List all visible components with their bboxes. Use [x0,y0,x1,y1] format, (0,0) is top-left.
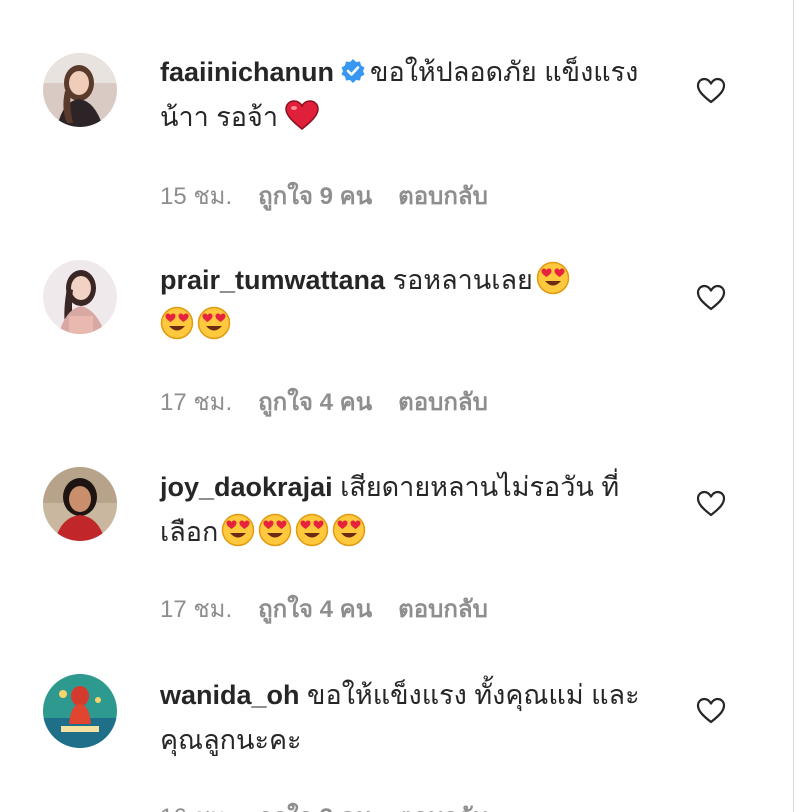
comment-body: wanida_oh ขอให้แข็งแรง ทั้งคุณแม่ และคุณ… [160,673,660,763]
comment-text: รอหลานเลย [392,265,533,295]
comment-likes[interactable]: ถูกใจ 4 คน [258,596,372,623]
heart-eyes-emoji-icon [160,306,194,340]
reply-button[interactable]: ตอบกลับ [398,804,488,812]
avatar[interactable] [43,260,117,334]
comment-meta: 17 ชม. ถูกใจ 4 คน ตอบกลับ [160,382,514,421]
comment-timestamp[interactable]: 17 ชม. [160,389,232,416]
comment-timestamp[interactable]: 16 ชม. [160,804,232,812]
comment-meta: 16 ชม. ถูกใจ 3 คน ตอบกลับ [160,797,514,812]
comment-username[interactable]: prair_tumwattana [160,265,385,295]
comment-timestamp[interactable]: 17 ชม. [160,596,232,623]
heart-eyes-emoji-icon [222,513,255,547]
comment-timestamp[interactable]: 15 ชม. [160,183,232,210]
like-heart-icon[interactable] [695,282,727,312]
panel-divider [793,0,794,812]
comment-body: joy_daokrajai เสียดายหลานไม่รอวัน ที่เลื… [160,465,660,555]
red-heart-icon [285,100,319,130]
comment-username[interactable]: wanida_oh [160,680,300,710]
verified-badge-icon [341,59,365,83]
heart-eyes-emoji-icon [259,513,292,547]
heart-eyes-emoji-icon [197,306,231,340]
avatar[interactable] [43,674,117,748]
like-heart-icon[interactable] [695,695,727,725]
heart-eyes-emoji-icon [296,513,329,547]
comment-likes[interactable]: ถูกใจ 3 คน [258,804,372,812]
comment-username[interactable]: joy_daokrajai [160,472,333,502]
comment-meta: 17 ชม. ถูกใจ 4 คน ตอบกลับ [160,589,514,628]
heart-eyes-emoji-icon [536,261,570,295]
avatar[interactable] [43,53,117,127]
comment-username[interactable]: faaiinichanun [160,57,334,87]
comment-body: faaiinichanun ขอให้ปลอดภัย แข็งแรงน้าา ร… [160,50,660,140]
comment-meta: 15 ชม. ถูกใจ 9 คน ตอบกลับ [160,176,514,215]
comments-panel: faaiinichanun ขอให้ปลอดภัย แข็งแรงน้าา ร… [0,0,800,812]
reply-button[interactable]: ตอบกลับ [398,389,488,416]
comment-likes[interactable]: ถูกใจ 9 คน [258,183,372,210]
like-heart-icon[interactable] [695,75,727,105]
reply-button[interactable]: ตอบกลับ [398,183,488,210]
comment-likes[interactable]: ถูกใจ 4 คน [258,389,372,416]
comment-body: prair_tumwattana รอหลานเลย [160,258,660,348]
like-heart-icon[interactable] [695,488,727,518]
reply-button[interactable]: ตอบกลับ [398,596,488,623]
avatar[interactable] [43,467,117,541]
heart-eyes-emoji-icon [333,513,366,547]
